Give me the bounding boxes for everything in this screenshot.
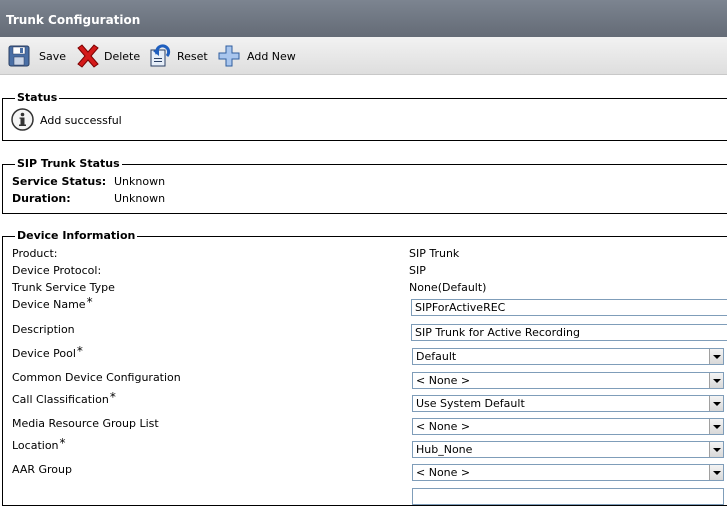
common-device-config-selected: < None >: [416, 374, 471, 387]
device-name-label: Device Name*: [12, 295, 93, 311]
device-protocol-value: SIP: [409, 264, 426, 277]
service-status-value: Unknown: [114, 175, 166, 188]
device-pool-selected: Default: [416, 350, 457, 363]
media-resource-group-list-label: Media Resource Group List: [12, 417, 159, 430]
sip-trunk-status-legend: SIP Trunk Status: [15, 157, 122, 171]
required-marker: *: [109, 390, 116, 404]
save-button[interactable]: Save: [8, 37, 66, 75]
status-message: Add successful: [40, 114, 122, 127]
next-field-select[interactable]: [412, 488, 724, 505]
toolbar: Save Delete Reset Add New: [0, 37, 727, 75]
info-icon: [11, 108, 34, 131]
reset-button[interactable]: Reset: [148, 37, 208, 75]
delete-icon: [77, 44, 99, 68]
device-information-legend: Device Information: [15, 229, 138, 243]
device-protocol-label: Device Protocol:: [12, 264, 102, 277]
chevron-down-icon[interactable]: [709, 396, 723, 411]
common-device-config-select[interactable]: < None >: [412, 372, 724, 389]
product-value: SIP Trunk: [409, 247, 460, 260]
location-selected: Hub_None: [416, 443, 473, 456]
page-title: Trunk Configuration: [6, 13, 141, 27]
reset-icon: [150, 44, 171, 67]
device-name-input[interactable]: [411, 299, 727, 316]
duration-value: Unknown: [114, 192, 166, 205]
chevron-down-icon[interactable]: [709, 373, 723, 388]
service-status-label: Service Status:: [12, 175, 107, 188]
location-label-text: Location: [12, 439, 59, 452]
device-name-label-text: Device Name: [12, 298, 86, 311]
page-title-bar: Trunk Configuration: [0, 0, 727, 37]
device-pool-label-text: Device Pool: [12, 347, 76, 360]
description-label: Description: [12, 323, 75, 336]
device-pool-select[interactable]: Default: [412, 348, 724, 365]
call-classification-selected: Use System Default: [416, 397, 525, 410]
reset-label: Reset: [177, 49, 208, 63]
call-classification-label-text: Call Classification: [12, 393, 109, 406]
device-information-section: Device Information Product: SIP Trunk De…: [2, 229, 727, 506]
common-device-config-label: Common Device Configuration: [12, 371, 181, 384]
plus-icon: [218, 45, 240, 67]
device-pool-label: Device Pool*: [12, 344, 83, 360]
delete-label: Delete: [104, 49, 141, 63]
delete-button[interactable]: Delete: [75, 37, 140, 75]
call-classification-label: Call Classification*: [12, 390, 116, 406]
add-new-button[interactable]: Add New: [218, 37, 296, 75]
add-new-label: Add New: [247, 49, 296, 63]
aar-group-selected: < None >: [416, 466, 471, 479]
call-classification-select[interactable]: Use System Default: [412, 395, 724, 412]
description-input[interactable]: [411, 324, 727, 341]
trunk-service-type-label: Trunk Service Type: [12, 281, 115, 294]
chevron-down-icon[interactable]: [709, 419, 723, 434]
trunk-service-type-value: None(Default): [409, 281, 487, 294]
aar-group-select[interactable]: < None >: [412, 464, 724, 481]
required-marker: *: [86, 295, 93, 309]
chevron-down-icon[interactable]: [709, 349, 723, 364]
required-marker: *: [76, 344, 83, 358]
chevron-down-icon[interactable]: [709, 442, 723, 457]
chevron-down-icon[interactable]: [709, 465, 723, 480]
save-label: Save: [39, 49, 67, 63]
location-select[interactable]: Hub_None: [412, 441, 724, 458]
status-legend: Status: [15, 91, 60, 105]
status-section: Status Add successful: [2, 91, 727, 141]
save-icon: [8, 45, 30, 67]
aar-group-label: AAR Group: [12, 463, 72, 476]
duration-label: Duration:: [12, 192, 71, 205]
media-resource-group-list-select[interactable]: < None >: [412, 418, 724, 435]
media-resource-group-list-selected: < None >: [416, 420, 471, 433]
location-label: Location*: [12, 436, 66, 452]
required-marker: *: [59, 436, 66, 450]
product-label: Product:: [12, 247, 58, 260]
sip-trunk-status-section: SIP Trunk Status Service Status: Unknown…: [2, 157, 727, 214]
